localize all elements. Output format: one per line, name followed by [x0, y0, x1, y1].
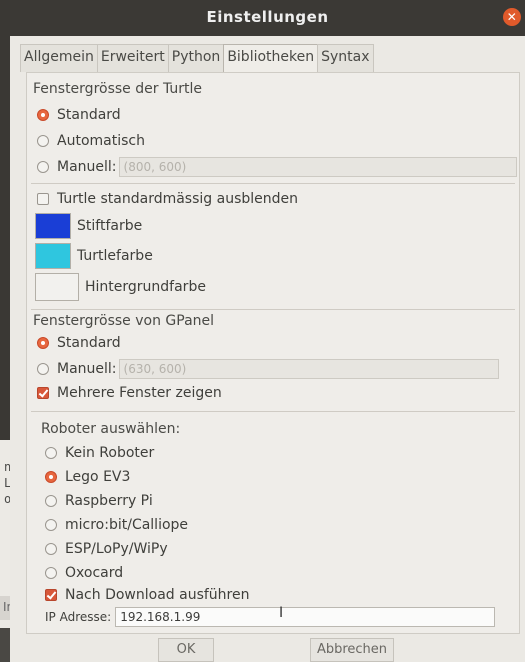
- tab-syntax[interactable]: Syntax: [317, 44, 374, 72]
- turtle-color-row[interactable]: Turtlefarbe: [35, 243, 153, 269]
- ok-button[interactable]: OK: [158, 638, 214, 662]
- gpanel-size-heading: Fenstergrösse von GPanel: [33, 313, 215, 329]
- option-label: Manuell:: [57, 361, 117, 377]
- gpanel-manual-size-input[interactable]: (630, 600): [118, 359, 499, 379]
- radio-unselected[interactable]: [45, 519, 57, 531]
- radio-unselected[interactable]: [37, 161, 49, 173]
- option-label: Oxocard: [65, 565, 124, 581]
- radio-selected[interactable]: [45, 471, 57, 483]
- radio-unselected[interactable]: [45, 567, 57, 579]
- pen-color-swatch[interactable]: [35, 213, 71, 239]
- radio-unselected[interactable]: [45, 543, 57, 555]
- bg-color-swatch[interactable]: [35, 273, 79, 301]
- cancel-button[interactable]: Abbrechen: [310, 638, 394, 662]
- turtle-color-label: Turtlefarbe: [77, 248, 153, 264]
- divider: [31, 411, 515, 412]
- ip-address-row: IP Adresse: 192.168.1.99: [45, 607, 496, 627]
- option-label: Mehrere Fenster zeigen: [57, 385, 222, 401]
- radio-selected[interactable]: [37, 337, 49, 349]
- robot-option[interactable]: Raspberry Pi: [45, 493, 153, 509]
- option-label: micro:bit/Calliope: [65, 517, 189, 533]
- turtle-size-heading: Fenstergrösse der Turtle: [33, 81, 202, 97]
- pen-color-row[interactable]: Stiftfarbe: [35, 213, 142, 239]
- option-label: ESP/LoPy/WiPy: [65, 541, 168, 557]
- option-label: Raspberry Pi: [65, 493, 153, 509]
- radio-unselected[interactable]: [37, 363, 49, 375]
- ip-address-label: IP Adresse:: [45, 610, 112, 624]
- checkbox-checked[interactable]: [45, 589, 57, 601]
- bg-color-label: Hintergrundfarbe: [85, 279, 206, 295]
- settings-dialog: Einstellungen ✕ Allgemein Erweitert Pyth…: [10, 0, 525, 662]
- radio-unselected[interactable]: [45, 495, 57, 507]
- tab-python[interactable]: Python: [167, 44, 225, 72]
- robot-option[interactable]: Lego EV3: [45, 469, 130, 485]
- option-label: Standard: [57, 335, 121, 351]
- option-label: Nach Download ausführen: [65, 587, 250, 603]
- run-after-download-option[interactable]: Nach Download ausführen: [45, 587, 249, 603]
- robot-option[interactable]: ESP/LoPy/WiPy: [45, 541, 168, 557]
- radio-selected[interactable]: [37, 109, 49, 121]
- gpanel-multi-window-option[interactable]: Mehrere Fenster zeigen: [37, 385, 222, 401]
- option-label: Lego EV3: [65, 469, 131, 485]
- checkbox-unchecked[interactable]: [37, 193, 49, 205]
- bibliotheken-panel: Fenstergrösse der Turtle Standard Automa…: [26, 72, 520, 634]
- turtle-manual-option[interactable]: Manuell: (800, 600): [37, 157, 517, 177]
- divider: [31, 309, 515, 310]
- turtle-color-swatch[interactable]: [35, 243, 71, 269]
- pen-color-label: Stiftfarbe: [77, 218, 143, 234]
- gpanel-standard-option[interactable]: Standard: [37, 335, 121, 351]
- checkbox-checked[interactable]: [37, 387, 49, 399]
- tab-bar: Allgemein Erweitert Python Bibliotheken …: [20, 44, 374, 72]
- robot-option[interactable]: micro:bit/Calliope: [45, 517, 188, 533]
- dialog-titlebar: Einstellungen ✕: [10, 0, 525, 36]
- tab-bibliotheken[interactable]: Bibliotheken: [223, 44, 319, 72]
- turtle-manual-size-input[interactable]: (800, 600): [118, 157, 517, 177]
- option-label: Kein Roboter: [65, 445, 155, 461]
- tab-allgemein[interactable]: Allgemein: [20, 44, 98, 72]
- option-label: Manuell:: [57, 159, 117, 175]
- option-label: Turtle standardmässig ausblenden: [57, 191, 299, 207]
- robot-option[interactable]: Oxocard: [45, 565, 123, 581]
- tab-erweitert[interactable]: Erweitert: [96, 44, 169, 72]
- turtle-hide-option[interactable]: Turtle standardmässig ausblenden: [37, 191, 298, 207]
- dialog-title: Einstellungen: [206, 8, 329, 26]
- gpanel-manual-option[interactable]: Manuell: (630, 600): [37, 359, 499, 379]
- turtle-standard-option[interactable]: Standard: [37, 107, 121, 123]
- turtle-auto-option[interactable]: Automatisch: [37, 133, 145, 149]
- radio-unselected[interactable]: [37, 135, 49, 147]
- close-icon[interactable]: ✕: [503, 8, 521, 26]
- robot-option[interactable]: Kein Roboter: [45, 445, 154, 461]
- ip-address-input[interactable]: 192.168.1.99: [115, 607, 496, 627]
- robot-heading: Roboter auswählen:: [41, 421, 181, 437]
- bg-color-row[interactable]: Hintergrundfarbe: [35, 273, 206, 301]
- divider: [31, 183, 515, 184]
- option-label: Standard: [57, 107, 121, 123]
- option-label: Automatisch: [57, 133, 145, 149]
- radio-unselected[interactable]: [45, 447, 57, 459]
- text-cursor-icon: I: [279, 605, 284, 621]
